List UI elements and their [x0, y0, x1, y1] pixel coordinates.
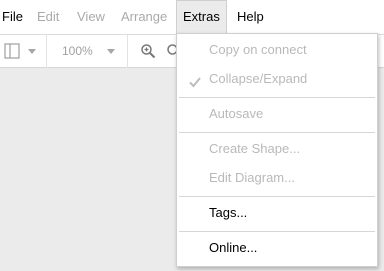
menu-extras[interactable]: Extras	[176, 0, 227, 34]
menu-item-copy-on-connect[interactable]: Copy on connect	[209, 39, 307, 61]
menu-item-autosave[interactable]: Autosave	[209, 103, 263, 125]
menu-separator	[179, 97, 375, 98]
zoom-in-icon[interactable]	[140, 43, 156, 59]
toolbar-divider	[127, 35, 128, 68]
menu-separator	[179, 132, 375, 133]
menu-item-create-shape[interactable]: Create Shape...	[209, 138, 300, 160]
menu-item-collapse-expand[interactable]: Collapse/Expand	[209, 68, 307, 90]
menu-separator	[179, 231, 375, 232]
menu-help[interactable]: Help	[231, 0, 270, 34]
page-view-dropdown-arrow[interactable]	[28, 49, 36, 54]
menu-separator	[179, 196, 375, 197]
extras-menu: Copy on connect Collapse/Expand Autosave…	[176, 33, 378, 267]
menu-item-tags[interactable]: Tags...	[209, 202, 247, 224]
zoom-out-icon[interactable]	[166, 43, 176, 59]
menu-item-edit-diagram[interactable]: Edit Diagram...	[209, 167, 295, 189]
checkmark-icon	[187, 74, 203, 90]
toolbar-divider	[46, 35, 47, 68]
menu-arrange[interactable]: Arrange	[115, 0, 173, 34]
menu-bar: File Edit View Arrange Extras Help	[0, 0, 384, 34]
menu-file[interactable]: File	[0, 0, 29, 34]
zoom-dropdown-arrow[interactable]	[107, 49, 115, 54]
page-view-icon[interactable]	[4, 43, 20, 59]
zoom-level[interactable]: 100%	[62, 35, 93, 68]
menu-view[interactable]: View	[71, 0, 111, 34]
menu-item-online[interactable]: Online...	[209, 237, 257, 259]
menu-edit[interactable]: Edit	[31, 0, 65, 34]
